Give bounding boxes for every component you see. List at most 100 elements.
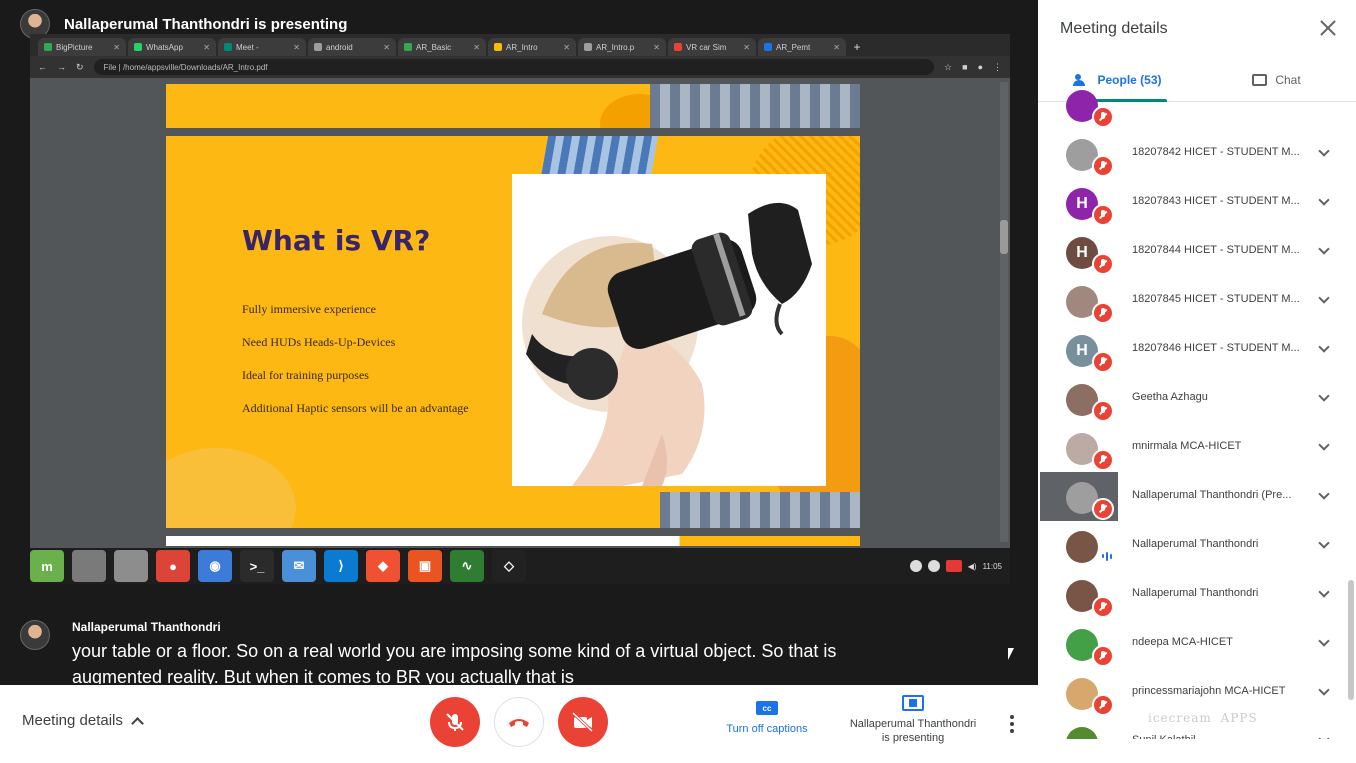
browser-menu-icon: ⋮ [993, 61, 1002, 72]
files-icon [114, 550, 148, 582]
browser-tab: AR_Intro.p ✕ [578, 38, 666, 56]
tab-favicon-icon [404, 43, 412, 51]
participant-name: Nallaperumal Thanthondri [1132, 538, 1259, 550]
show-desktop-icon [72, 550, 106, 582]
participant-name: 18207846 HICET - STUDENT M... [1132, 342, 1300, 354]
chevron-down-icon[interactable] [1318, 194, 1330, 206]
browser-tab-label: AR_Basic [416, 42, 452, 52]
muted-mic-icon [1092, 596, 1114, 618]
tab-favicon-icon [224, 43, 232, 51]
participant-row[interactable]: H 18207844 HICET - STUDENT M... [1038, 227, 1348, 276]
participant-row[interactable]: H 18207843 HICET - STUDENT M... [1038, 178, 1348, 227]
pdf-scrollbar-track [1000, 82, 1008, 542]
reload-icon: ↻ [76, 61, 84, 72]
meeting-details-label: Meeting details [22, 712, 123, 729]
close-panel-button[interactable] [1318, 18, 1338, 38]
close-tab-icon: ✕ [113, 42, 120, 52]
participant-row[interactable]: princessmariajohn MCA-HICET [1038, 668, 1348, 717]
speaking-indicator-icon [1102, 551, 1112, 561]
vr-headset-illustration [522, 202, 812, 486]
chevron-down-icon[interactable] [1318, 488, 1330, 500]
new-tab-icon: + [853, 40, 861, 54]
leave-call-button[interactable] [494, 697, 544, 747]
tab-favicon-icon [494, 43, 502, 51]
close-tab-icon: ✕ [563, 42, 570, 52]
presenting-name: Nallaperumal Thanthondri [849, 718, 977, 730]
chevron-down-icon[interactable] [1318, 537, 1330, 549]
turn-off-captions-button[interactable]: cc Turn off captions [712, 701, 822, 735]
participant-row[interactable]: Nallaperumal Thanthondri (Pre... [1038, 472, 1348, 521]
participant-name: 18207845 HICET - STUDENT M... [1132, 293, 1300, 305]
participant-row[interactable]: 18207845 HICET - STUDENT M... [1038, 276, 1348, 325]
shield-icon [927, 560, 940, 572]
participant-list: 18207842 HICET - STUDENT M... H 18207843 H… [1038, 80, 1348, 739]
taskbar-apps: m ● ◉ >_ ✉ ⟩ ◆ ▣ ∿ ◇ [30, 550, 526, 582]
url-field: File | /home/appsville/Downloads/AR_Intr… [93, 59, 935, 75]
linux-mint-menu-icon: m [30, 550, 64, 582]
chrome-icon: ● [156, 550, 190, 582]
back-icon: ← [38, 62, 47, 72]
close-tab-icon: ✕ [203, 42, 210, 52]
previous-slide-page [166, 84, 860, 128]
browser-tabstrip: BigPicture ✕ WhatsApp ✕ Meet - ✕ android ✕ AR_Ba… [30, 34, 1010, 56]
participant-avatar [1066, 531, 1098, 563]
caption-speaker-name: Nallaperumal Thanthondri [72, 620, 221, 634]
camera-off-icon [571, 711, 594, 733]
slide-bullets: Fully immersive experience Need HUDs Head… [242, 302, 472, 434]
chevron-down-icon[interactable] [1318, 586, 1330, 598]
chevron-down-icon[interactable] [1318, 733, 1330, 739]
browser-tab-label: AR_Pemt [776, 42, 811, 52]
close-tab-icon: ✕ [293, 42, 300, 52]
terminal-icon: >_ [240, 550, 274, 582]
chevron-down-icon[interactable] [1318, 439, 1330, 451]
participant-row[interactable]: Nallaperumal Thanthondri [1038, 570, 1348, 619]
participant-row[interactable]: Geetha Azhagu [1038, 374, 1348, 423]
browser-tab: WhatsApp ✕ [128, 38, 216, 56]
muted-mic-icon [1092, 302, 1114, 324]
meeting-details-toggle[interactable]: Meeting details [22, 712, 144, 730]
close-tab-icon: ✕ [743, 42, 750, 52]
participant-row[interactable] [1038, 80, 1348, 129]
muted-mic-icon [1092, 155, 1114, 177]
chevron-down-icon[interactable] [1318, 341, 1330, 353]
captions-icon: cc [756, 701, 778, 715]
browser-tab: Meet - ✕ [218, 38, 306, 56]
more-options-button[interactable] [1002, 711, 1022, 737]
chevron-down-icon[interactable] [1318, 145, 1330, 157]
present-screen-icon [902, 695, 924, 711]
chevron-down-icon[interactable] [1318, 292, 1330, 304]
phone-hangup-icon [509, 719, 529, 727]
mail-icon: ✉ [282, 550, 316, 582]
muted-mic-icon [1092, 400, 1114, 422]
tab-favicon-icon [764, 43, 772, 51]
tab-favicon-icon [584, 43, 592, 51]
participant-name: Nallaperumal Thanthondri [1132, 587, 1259, 599]
participant-row[interactable]: mnirmala MCA-HICET [1038, 423, 1348, 472]
camera-button[interactable] [558, 697, 608, 747]
meeting-details-panel: Meeting details People (53) Chat 1820784… [1038, 0, 1356, 763]
captions-button-label: Turn off captions [726, 723, 808, 735]
participant-row[interactable]: Nallaperumal Thanthondri [1038, 521, 1348, 570]
muted-mic-icon [1092, 253, 1114, 275]
panel-scrollbar[interactable] [1348, 580, 1354, 700]
meet-window: Nallaperumal Thanthondri is presenting B… [0, 0, 1356, 763]
chevron-down-icon[interactable] [1318, 243, 1330, 255]
clock: 11:05 [982, 561, 1002, 571]
chevron-down-icon[interactable] [1318, 635, 1330, 647]
participant-row[interactable]: H 18207846 HICET - STUDENT M... [1038, 325, 1348, 374]
participant-row[interactable]: ndeepa MCA-HICET [1038, 619, 1348, 668]
chevron-down-icon[interactable] [1318, 390, 1330, 402]
browser-tab: BigPicture ✕ [38, 38, 126, 56]
system-monitor-icon: ∿ [450, 550, 484, 582]
participant-row[interactable]: Sunil Kalathil [1038, 717, 1348, 739]
browser-addressbar: ← → ↻ File | /home/appsville/Downloads/A… [30, 56, 1010, 78]
microphone-button[interactable] [430, 697, 480, 747]
presenting-status-button[interactable]: Nallaperumal Thanthondri is presenting [838, 695, 988, 745]
extensions-icon: ■ [962, 62, 968, 72]
presenting-title: Nallaperumal Thanthondri is presenting [64, 15, 348, 33]
network-icon [909, 560, 922, 572]
caption-text: your table or a floor. So on a real worl… [72, 641, 837, 684]
slide-bullet: Additional Haptic sensors will be an adv… [242, 401, 469, 415]
chevron-down-icon[interactable] [1318, 684, 1330, 696]
participant-row[interactable]: 18207842 HICET - STUDENT M... [1038, 129, 1348, 178]
